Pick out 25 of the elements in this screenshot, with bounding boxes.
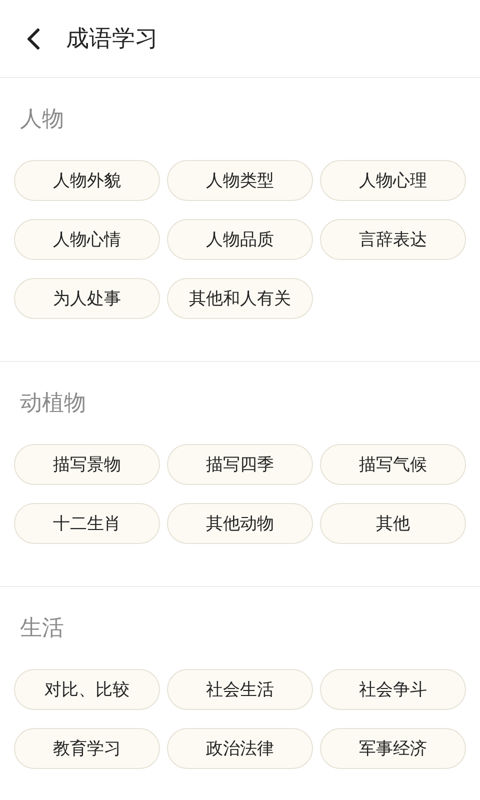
category-tag[interactable]: 人物外貌 <box>14 160 160 201</box>
category-tag[interactable]: 其他动物 <box>167 503 313 544</box>
section-title: 生活 <box>19 615 65 643</box>
category-tag[interactable]: 十二生肖 <box>14 503 160 544</box>
section-title: 人物 <box>19 106 65 134</box>
category-tag[interactable]: 教育学习 <box>14 728 160 769</box>
category-tag[interactable]: 社会争斗 <box>320 669 466 710</box>
page-title: 成语学习 <box>66 25 158 54</box>
category-tag[interactable]: 对比、比较 <box>14 669 160 710</box>
category-tag[interactable]: 人物类型 <box>167 160 313 201</box>
category-tag[interactable]: 其他 <box>320 503 466 544</box>
category-tag[interactable]: 社会生活 <box>167 669 313 710</box>
category-tag[interactable]: 人物品质 <box>167 219 313 260</box>
category-tag[interactable]: 描写气候 <box>320 444 466 485</box>
category-tag[interactable]: 人物心情 <box>14 219 160 260</box>
category-tag[interactable]: 为人处事 <box>14 278 160 319</box>
category-tag[interactable]: 言辞表达 <box>320 219 466 260</box>
category-tag[interactable]: 人物心理 <box>320 160 466 201</box>
category-tag[interactable]: 描写四季 <box>167 444 313 485</box>
category-tag[interactable]: 政治法律 <box>167 728 313 769</box>
category-tag[interactable]: 其他和人有关 <box>167 278 313 319</box>
back-icon[interactable] <box>26 28 40 50</box>
category-tag[interactable]: 描写景物 <box>14 444 160 485</box>
category-tag[interactable]: 军事经济 <box>320 728 466 769</box>
section-title: 动植物 <box>19 390 87 418</box>
